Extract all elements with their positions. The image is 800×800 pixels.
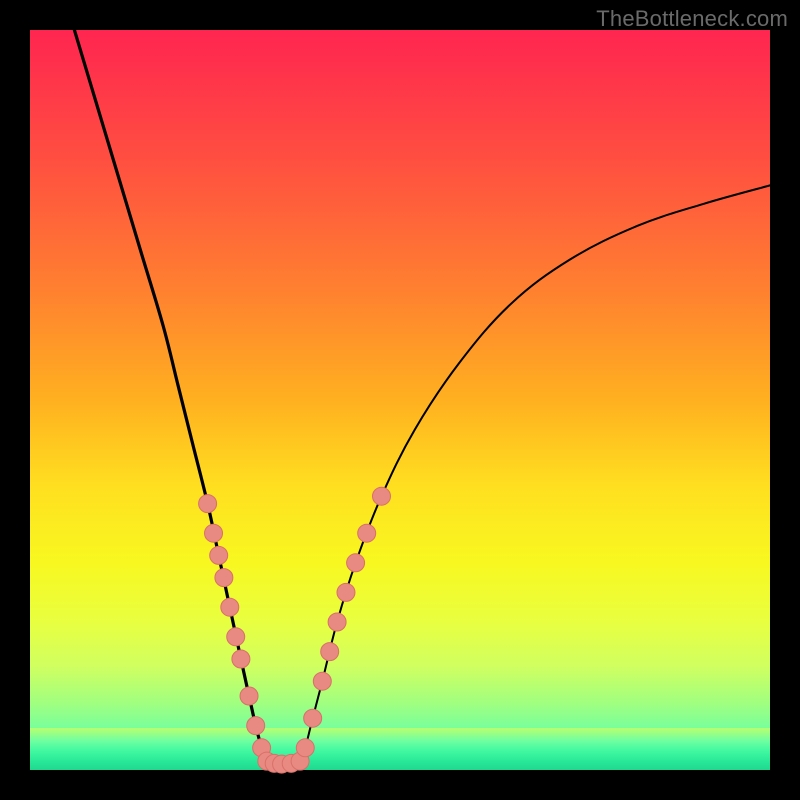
watermark-text: TheBottleneck.com xyxy=(596,6,788,32)
marker-point xyxy=(215,569,233,587)
marker-point xyxy=(296,739,314,757)
bottleneck-chart xyxy=(30,30,770,770)
marker-point xyxy=(210,546,228,564)
curve-group xyxy=(74,30,770,764)
marker-point xyxy=(313,672,331,690)
marker-point xyxy=(221,598,239,616)
marker-point xyxy=(373,487,391,505)
marker-point xyxy=(232,650,250,668)
marker-point xyxy=(205,524,223,542)
marker-point xyxy=(328,613,346,631)
marker-point xyxy=(240,687,258,705)
marker-point xyxy=(347,554,365,572)
curve-right-arm xyxy=(300,185,770,762)
marker-point xyxy=(321,643,339,661)
marker-group xyxy=(199,487,391,773)
marker-point xyxy=(227,628,245,646)
marker-point xyxy=(304,709,322,727)
marker-point xyxy=(199,495,217,513)
marker-point xyxy=(337,583,355,601)
marker-point xyxy=(247,717,265,735)
marker-point xyxy=(358,524,376,542)
